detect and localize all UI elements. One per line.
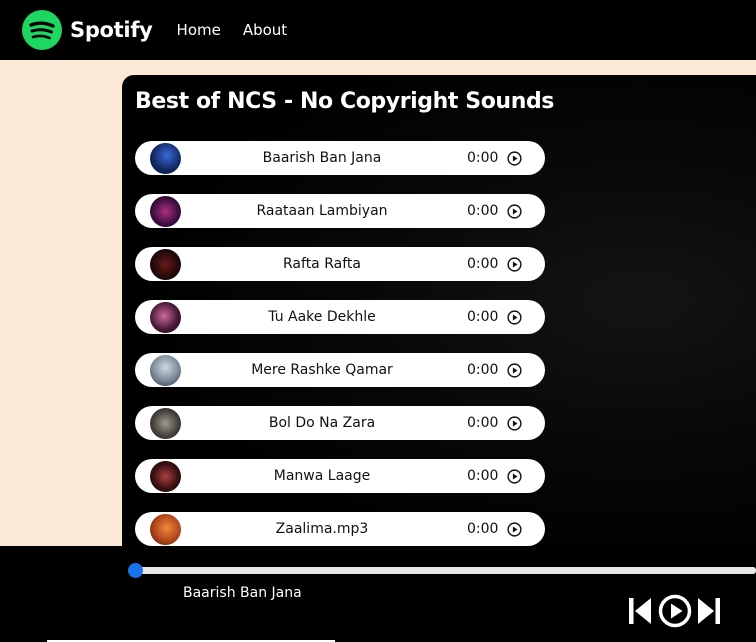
- song-item[interactable]: Tu Aake Dekhle 0:00: [135, 300, 545, 334]
- previous-icon[interactable]: [628, 596, 652, 626]
- song-item[interactable]: Mere Rashke Qamar 0:00: [135, 353, 545, 387]
- player-bar: Baarish Ban Jana: [0, 546, 756, 642]
- song-name: Manwa Laage: [273, 468, 371, 484]
- album-cover: [150, 461, 181, 492]
- album-cover: [150, 249, 181, 280]
- song-name: Zaalima.mp3: [275, 521, 369, 537]
- song-item[interactable]: Raataan Lambiyan 0:00: [135, 194, 545, 228]
- progress-thumb[interactable]: [127, 563, 143, 578]
- play-circle-icon[interactable]: [507, 257, 522, 272]
- song-duration: 0:00: [467, 203, 499, 219]
- progress-bar[interactable]: [135, 567, 756, 574]
- next-icon[interactable]: [697, 596, 721, 626]
- song-duration: 0:00: [467, 521, 499, 537]
- play-circle-icon[interactable]: [507, 204, 522, 219]
- song-item[interactable]: Baarish Ban Jana 0:00: [135, 141, 545, 175]
- song-name: Raataan Lambiyan: [256, 203, 388, 219]
- play-circle-icon[interactable]: [507, 469, 522, 484]
- play-circle-icon[interactable]: [507, 363, 522, 378]
- song-list: Baarish Ban Jana 0:00 Raataan Lambiyan 0…: [135, 141, 545, 565]
- album-cover: [150, 514, 181, 545]
- now-playing-title: Baarish Ban Jana: [183, 585, 302, 601]
- song-duration: 0:00: [467, 362, 499, 378]
- song-item[interactable]: Zaalima.mp3 0:00: [135, 512, 545, 546]
- song-name: Mere Rashke Qamar: [251, 362, 393, 378]
- song-name: Tu Aake Dekhle: [268, 309, 376, 325]
- nav-link-home[interactable]: Home: [177, 21, 221, 39]
- nav-link-about[interactable]: About: [243, 21, 287, 39]
- song-item[interactable]: Manwa Laage 0:00: [135, 459, 545, 493]
- song-duration: 0:00: [467, 415, 499, 431]
- player-controls: [628, 594, 721, 628]
- spotify-logo-icon: [22, 10, 62, 50]
- play-icon[interactable]: [658, 594, 692, 628]
- song-name: Rafta Rafta: [283, 256, 361, 272]
- song-duration: 0:00: [467, 309, 499, 325]
- album-cover: [150, 408, 181, 439]
- album-cover: [150, 143, 181, 174]
- play-circle-icon[interactable]: [507, 522, 522, 537]
- play-circle-icon[interactable]: [507, 151, 522, 166]
- playlist-title: Best of NCS - No Copyright Sounds: [135, 89, 555, 114]
- brand-name: Spotify: [70, 18, 153, 42]
- play-circle-icon[interactable]: [507, 310, 522, 325]
- song-duration: 0:00: [467, 150, 499, 166]
- song-name: Baarish Ban Jana: [262, 150, 382, 166]
- song-item[interactable]: Bol Do Na Zara 0:00: [135, 406, 545, 440]
- brand[interactable]: Spotify: [22, 10, 153, 50]
- album-cover: [150, 302, 181, 333]
- play-circle-icon[interactable]: [507, 416, 522, 431]
- song-duration: 0:00: [467, 256, 499, 272]
- playlist-container: Best of NCS - No Copyright Sounds Baaris…: [122, 75, 756, 575]
- album-cover: [150, 355, 181, 386]
- song-item[interactable]: Rafta Rafta 0:00: [135, 247, 545, 281]
- navbar: Spotify Home About: [0, 0, 756, 60]
- album-cover: [150, 196, 181, 227]
- song-name: Bol Do Na Zara: [268, 415, 376, 431]
- song-duration: 0:00: [467, 468, 499, 484]
